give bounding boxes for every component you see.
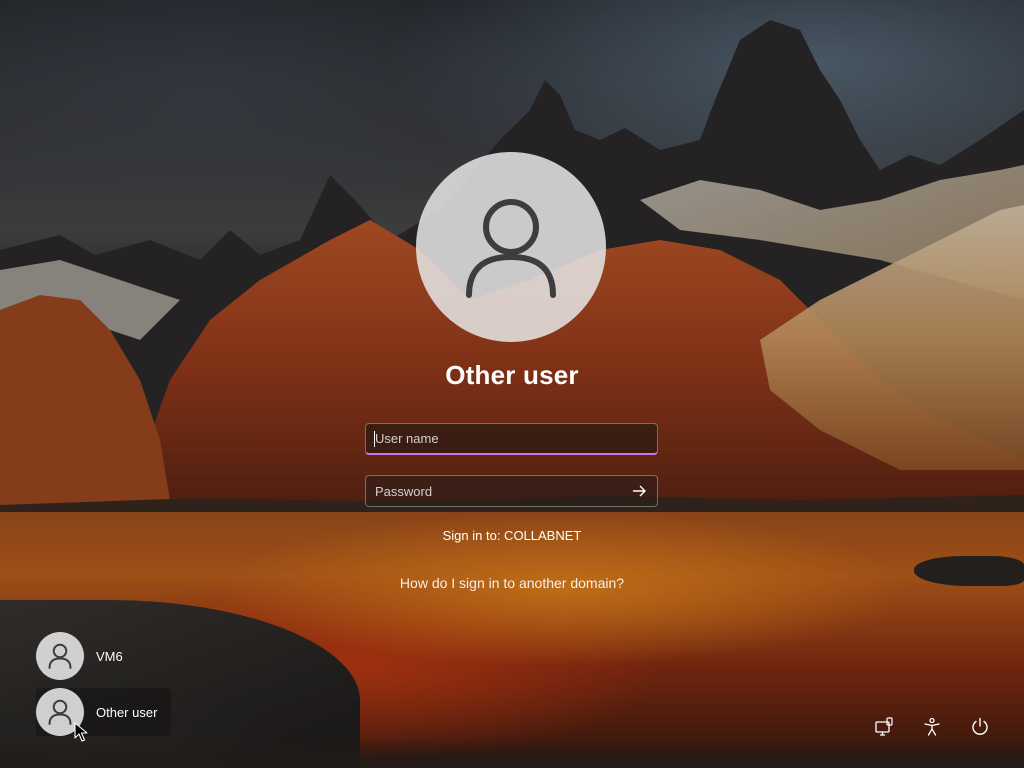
accessibility-button[interactable] — [919, 714, 945, 740]
user-avatar-large — [416, 152, 606, 342]
mouse-cursor-icon — [74, 722, 88, 742]
user-list-label: VM6 — [96, 648, 123, 664]
user-list-item-vm6[interactable]: VM6 — [36, 632, 137, 680]
password-field[interactable] — [365, 475, 658, 507]
user-list-label: Other user — [96, 704, 158, 720]
network-icon — [875, 717, 893, 736]
power-button[interactable] — [967, 714, 993, 740]
domain-help-link[interactable]: How do I sign in to another domain? — [312, 575, 712, 591]
username-field[interactable] — [365, 423, 658, 455]
person-icon — [48, 643, 72, 669]
submit-button[interactable] — [629, 480, 651, 502]
username-input[interactable] — [366, 424, 657, 453]
arrow-right-icon — [633, 485, 646, 497]
text-caret — [374, 431, 375, 447]
sign-in-to-domain: Sign in to: COLLABNET — [442, 528, 582, 543]
password-input[interactable] — [366, 476, 657, 506]
network-button[interactable] — [871, 714, 897, 740]
page-title: Other user — [445, 360, 579, 390]
user-list-item-other-user[interactable]: Other user — [36, 688, 172, 736]
power-icon — [972, 717, 988, 735]
person-icon — [466, 199, 556, 298]
accessibility-icon — [924, 717, 940, 736]
person-icon — [48, 699, 72, 725]
user-avatar-small — [36, 632, 84, 680]
